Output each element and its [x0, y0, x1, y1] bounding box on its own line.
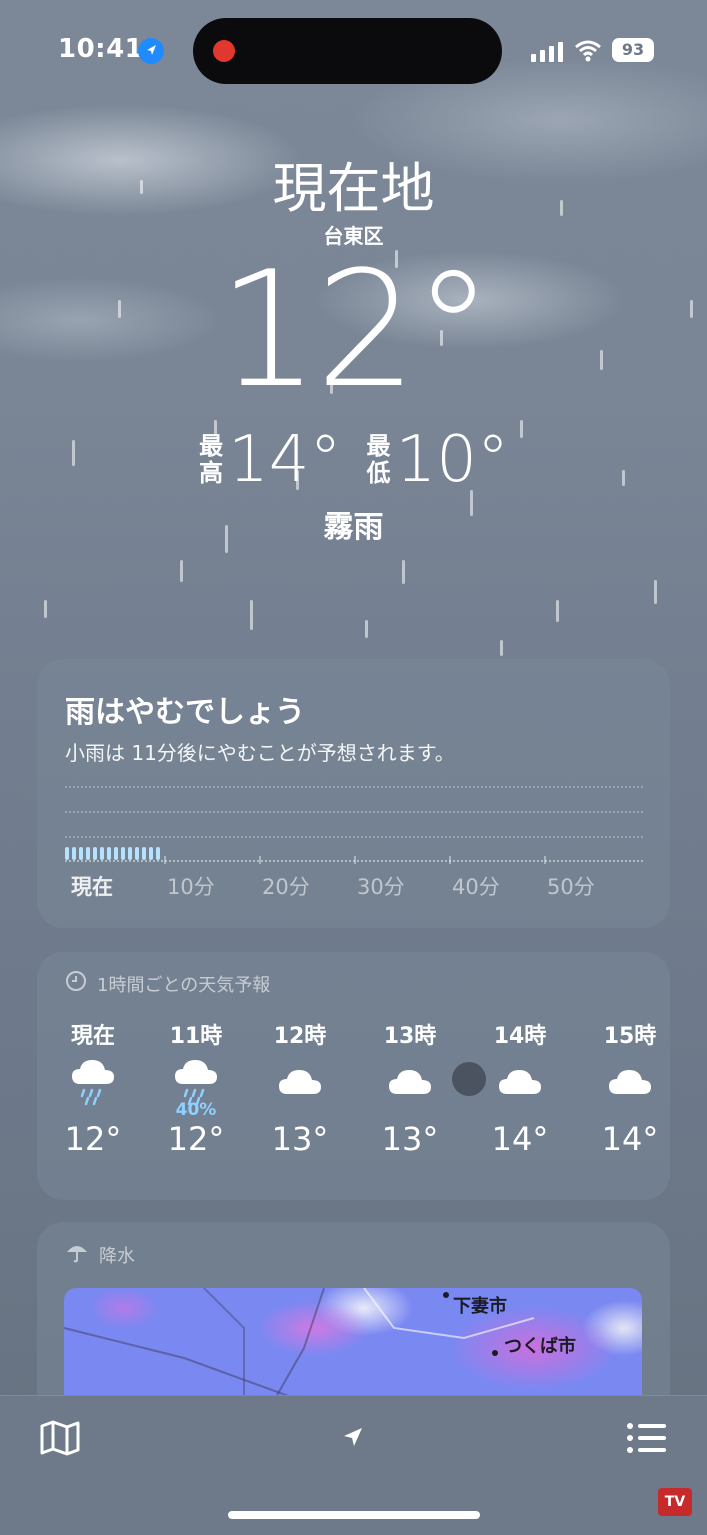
map-dot — [492, 1350, 498, 1356]
hour-label: 11時 — [169, 1024, 223, 1049]
high-label: 最高 — [199, 432, 224, 487]
raindrop — [556, 600, 559, 622]
touch-indicator — [452, 1062, 486, 1096]
cloud-rain-icon: 40% — [146, 1050, 246, 1120]
hour-label: 現在 — [70, 1024, 115, 1049]
hourly-forecast-card[interactable]: 1時間ごとの天気予報 現在 12° 11時 40% 12° 12時 13° 13時 13° 14時… — [37, 952, 670, 1200]
hour-temperature: 13° — [381, 1120, 439, 1158]
map-icon[interactable] — [39, 1418, 81, 1458]
hourly-header-label: 1時間ごとの天気予報 — [97, 974, 271, 996]
wifi-icon — [574, 38, 602, 62]
raindrop — [180, 560, 183, 582]
hour-temperature: 12° — [167, 1120, 225, 1158]
axis-label: 20分 — [262, 875, 310, 899]
precip-map-title: 降水 — [99, 1245, 135, 1267]
high-low: 最高 14° 最低 10° — [0, 425, 707, 495]
battery-indicator: 93 — [612, 38, 654, 62]
hourly-item: 12時 13° — [250, 1018, 350, 1158]
location-title: 現在地 — [272, 157, 435, 220]
axis-tick — [164, 856, 166, 864]
raindrop — [654, 580, 657, 604]
axis-tick — [354, 856, 356, 864]
map-label-tsukuba: つくば市 — [504, 1336, 576, 1357]
dynamic-island[interactable] — [193, 18, 502, 84]
axis-tick — [259, 856, 261, 864]
cloud-icon — [360, 1050, 460, 1110]
axis-label-now: 現在 — [71, 875, 113, 899]
raindrop — [402, 560, 405, 584]
high-temperature: 14° — [228, 423, 342, 497]
low-temperature: 10° — [395, 423, 509, 497]
grid-line — [65, 836, 643, 838]
hour-label: 15時 — [603, 1024, 657, 1049]
axis-label: 30分 — [357, 875, 405, 899]
low-label: 最低 — [366, 432, 391, 487]
channel-logo: TV — [658, 1488, 692, 1516]
map-dot — [443, 1292, 449, 1298]
axis-tick — [449, 856, 451, 864]
cellular-signal-icon — [531, 40, 565, 62]
cloud-rain-icon — [43, 1050, 143, 1110]
condition-text: 霧雨 — [323, 510, 384, 545]
grid-line — [65, 811, 643, 813]
nowcast-title: 雨はやむでしょう — [65, 695, 305, 730]
raindrop — [44, 600, 47, 618]
hour-temperature: 14° — [491, 1120, 549, 1158]
hourly-item: 11時 40% 12° — [146, 1018, 246, 1158]
nowcast-subtitle: 小雨は 11分後にやむことが予想されます。 — [65, 741, 455, 765]
hour-temperature: 14° — [601, 1120, 659, 1158]
umbrella-icon — [65, 1240, 89, 1269]
raindrop — [250, 600, 253, 630]
hourly-header: 1時間ごとの天気予報 — [65, 970, 270, 997]
city-list-icon[interactable] — [626, 1422, 668, 1454]
hourly-item: 13時 13° — [360, 1018, 460, 1158]
cloud-icon — [580, 1050, 680, 1110]
hour-label: 13時 — [383, 1024, 437, 1049]
map-label-shimotsuma: 下妻市 — [453, 1296, 507, 1317]
raindrop — [500, 640, 503, 656]
hourly-item: 現在 12° — [43, 1018, 143, 1158]
axis-label: 40分 — [452, 875, 500, 899]
raindrop — [365, 620, 368, 638]
axis-label: 10分 — [167, 875, 215, 899]
record-indicator-icon — [213, 40, 235, 62]
hourly-item: 15時 14° — [580, 1018, 680, 1158]
precipitation-nowcast-card[interactable]: 雨はやむでしょう 小雨は 11分後にやむことが予想されます。 現在 10分 20… — [37, 659, 670, 928]
precipitation-map-card[interactable]: 降水 下妻市 つくば市 — [37, 1222, 670, 1422]
precip-chance: 40% — [175, 1100, 217, 1120]
axis-tick — [544, 856, 546, 864]
home-indicator[interactable] — [228, 1511, 480, 1519]
status-time: 10:41 — [58, 34, 144, 64]
precip-map-header: 降水 — [65, 1240, 135, 1269]
hour-temperature: 12° — [64, 1120, 122, 1158]
current-location-icon[interactable] — [341, 1425, 365, 1449]
nowcast-bars — [65, 846, 160, 860]
hour-label: 12時 — [273, 1024, 327, 1049]
axis-label: 50分 — [547, 875, 595, 899]
status-bar: 10:41 93 — [0, 0, 707, 100]
clock-icon — [65, 970, 87, 997]
grid-line — [65, 786, 643, 788]
cloud-icon — [250, 1050, 350, 1110]
current-temperature: 12° — [217, 236, 494, 423]
location-arrow-icon — [138, 38, 164, 64]
hour-temperature: 13° — [271, 1120, 329, 1158]
hourly-item: 14時 14° — [470, 1018, 570, 1158]
hour-label: 14時 — [493, 1024, 547, 1049]
